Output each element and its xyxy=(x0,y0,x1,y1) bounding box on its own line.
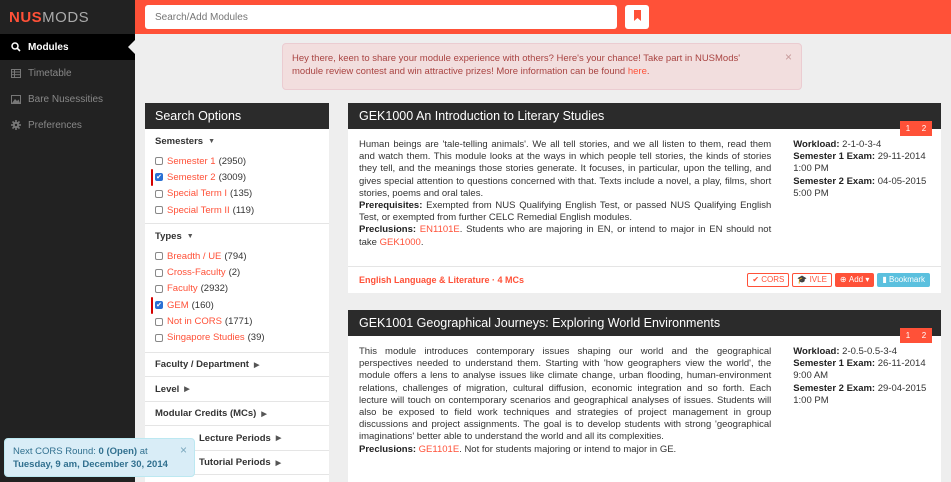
plus-icon: ⊕ xyxy=(839,275,847,284)
gear-icon xyxy=(10,120,22,130)
types-section: Types ▼ Breadth / UE (794) Cross-Faculty (2… xyxy=(145,224,329,346)
checkbox[interactable] xyxy=(155,189,163,198)
semester-badges: 1 2 xyxy=(900,121,932,136)
caret-right-icon: ▶ xyxy=(261,410,267,418)
module-description: Human beings are 'tale-telling animals'.… xyxy=(359,139,772,248)
module-footer: English Language & Literature · 4 MCs ✔ … xyxy=(348,266,941,292)
checkbox[interactable]: ✔ xyxy=(155,301,163,310)
caret-right-icon: ▶ xyxy=(253,361,260,369)
sidebar-item-label: Modules xyxy=(28,41,69,53)
semester-badge: 1 xyxy=(900,121,916,136)
checkbox[interactable] xyxy=(155,333,163,342)
filter-option[interactable]: ✔ GEM (160) xyxy=(151,297,319,315)
preclusion-link[interactable]: GE1101E xyxy=(419,444,460,455)
caret-down-icon: ▼ xyxy=(208,137,215,145)
module-title[interactable]: GEK1001 Geographical Journeys: Exploring… xyxy=(348,310,941,336)
checkbox[interactable] xyxy=(155,268,163,277)
preclusion-link[interactable]: GEK1000 xyxy=(380,237,421,248)
checkbox[interactable] xyxy=(155,252,163,261)
cors-round-notification: Next CORS Round: 0 (Open) at Tuesday, 9 … xyxy=(4,438,195,477)
add-module-button[interactable]: ⊕ Add ▾ xyxy=(834,272,875,287)
caret-right-icon: ▶ xyxy=(184,386,190,394)
faculty-department-toggle[interactable]: Faculty / Department ▶ xyxy=(145,353,329,378)
top-bar xyxy=(135,0,951,34)
workload-value: 2-0.5-0.5-3-4 xyxy=(842,346,898,357)
caret-right-icon: ▶ xyxy=(275,459,282,467)
semesters-toggle[interactable]: Semesters ▼ xyxy=(155,129,319,153)
sidebar: NUS MODS Modules Timetable Bare Nusessiti… xyxy=(0,0,135,482)
cors-round-time: Tuesday, 9 am, December 30, 2014 xyxy=(13,459,168,470)
checkbox[interactable]: ✔ xyxy=(155,173,163,182)
bookmark-icon xyxy=(633,10,642,24)
cors-button[interactable]: ✔ CORS xyxy=(747,272,790,287)
workload-value: 2-1-0-3-4 xyxy=(842,139,882,150)
semester-badge: 1 xyxy=(900,328,916,343)
caret-right-icon: ▶ xyxy=(275,435,282,443)
sidebar-item-label: Bare Nusessities xyxy=(28,93,104,105)
module-body: This module introduces contemporary issu… xyxy=(348,336,941,456)
filter-option[interactable]: Singapore Studies (39) xyxy=(155,330,319,346)
semester-badge: 2 xyxy=(916,121,932,136)
check-icon: ✔ xyxy=(752,275,760,284)
filter-option[interactable]: Not in CORS (1771) xyxy=(155,313,319,329)
graduation-cap-icon: 🎓 xyxy=(797,275,808,284)
types-toggle[interactable]: Types ▼ xyxy=(155,224,319,248)
modular-credits-toggle[interactable]: Modular Credits (MCs) ▶ xyxy=(145,402,329,427)
checkbox[interactable] xyxy=(155,317,163,326)
table-icon xyxy=(10,68,22,78)
semester-badge: 2 xyxy=(916,328,932,343)
filter-option[interactable]: Breadth / UE (794) xyxy=(155,248,319,264)
semesters-section: Semesters ▼ Semester 1 (2950) ✔ Semester 2(… xyxy=(145,129,329,218)
module-description: This module introduces contemporary issu… xyxy=(359,346,772,455)
checkbox[interactable] xyxy=(155,284,163,293)
bookmark-module-button[interactable]: ▮ Bookmark xyxy=(877,272,930,287)
bookmark-icon: ▮ xyxy=(882,275,887,284)
sidebar-item-preferences[interactable]: Preferences xyxy=(0,112,135,138)
close-icon[interactable]: × xyxy=(785,51,792,64)
module-meta: Workload: 2-1-0-3-4 Semester 1 Exam: 29-… xyxy=(793,139,927,199)
caret-down-icon: ▼ xyxy=(186,232,194,240)
alert-link[interactable]: here xyxy=(628,66,647,77)
search-add-modules-input[interactable] xyxy=(145,5,617,29)
cors-round-value: 0 (Open) xyxy=(98,446,138,457)
filter-option[interactable]: Special Term II (119) xyxy=(155,202,319,218)
module-card: GEK1000 An Introduction to Literary Stud… xyxy=(348,103,941,293)
image-icon xyxy=(10,94,22,104)
sidebar-item-bare-nusessities[interactable]: Bare Nusessities xyxy=(0,86,135,112)
search-options-panel: Search Options Semesters ▼ Semester 1 (295… xyxy=(145,103,329,482)
brand-secondary: MODS xyxy=(42,8,90,26)
filter-option[interactable]: Cross-Faculty (2) xyxy=(155,264,319,280)
preclusion-link[interactable]: EN1101E xyxy=(420,224,460,235)
sidebar-item-modules[interactable]: Modules xyxy=(0,34,135,60)
semester-badges: 1 2 xyxy=(900,328,932,343)
review-contest-alert: Hey there, keen to share your module exp… xyxy=(282,43,802,90)
checkbox[interactable] xyxy=(155,206,163,215)
module-title[interactable]: GEK1000 An Introduction to Literary Stud… xyxy=(348,103,941,129)
level-toggle[interactable]: Level ▶ xyxy=(145,377,329,402)
search-icon xyxy=(10,42,22,52)
filter-option[interactable]: Semester 1 (2950) xyxy=(155,153,319,169)
filter-option[interactable]: Faculty (2932) xyxy=(155,281,319,297)
alert-text: Hey there, keen to share your module exp… xyxy=(292,53,741,77)
filter-option[interactable]: Special Term I (135) xyxy=(155,186,319,202)
sidebar-item-label: Timetable xyxy=(28,67,72,79)
filter-option[interactable]: ✔ Semester 2 (3009) xyxy=(151,169,319,187)
brand-logo[interactable]: NUS MODS xyxy=(0,0,135,34)
checkbox[interactable] xyxy=(155,157,163,166)
bookmarks-button[interactable] xyxy=(625,5,649,29)
sidebar-item-label: Preferences xyxy=(28,119,82,131)
module-card: GEK1001 Geographical Journeys: Exploring… xyxy=(348,310,941,482)
ivle-button[interactable]: 🎓 IVLE xyxy=(792,272,832,287)
sidebar-item-timetable[interactable]: Timetable xyxy=(0,60,135,86)
brand-primary: NUS xyxy=(9,8,43,26)
module-meta: Workload: 2-0.5-0.5-3-4 Semester 1 Exam:… xyxy=(793,346,927,406)
close-icon[interactable]: × xyxy=(180,444,187,457)
caret-down-icon: ▾ xyxy=(865,275,870,284)
department-link[interactable]: English Language & Literature · 4 MCs xyxy=(359,275,744,285)
panel-title: Search Options xyxy=(145,103,329,129)
module-body: Human beings are 'tale-telling animals'.… xyxy=(348,129,941,249)
